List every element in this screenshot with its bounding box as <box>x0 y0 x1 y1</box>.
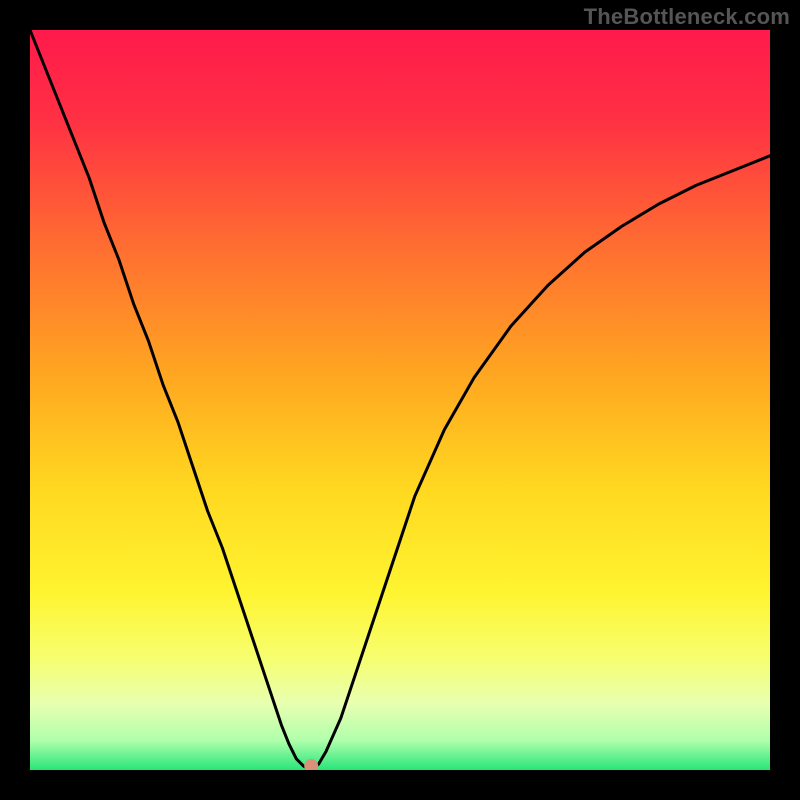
gradient-background <box>30 30 770 770</box>
watermark-text: TheBottleneck.com <box>584 4 790 30</box>
chart-frame: TheBottleneck.com <box>0 0 800 800</box>
plot-area <box>30 30 770 770</box>
chart-svg <box>30 30 770 770</box>
